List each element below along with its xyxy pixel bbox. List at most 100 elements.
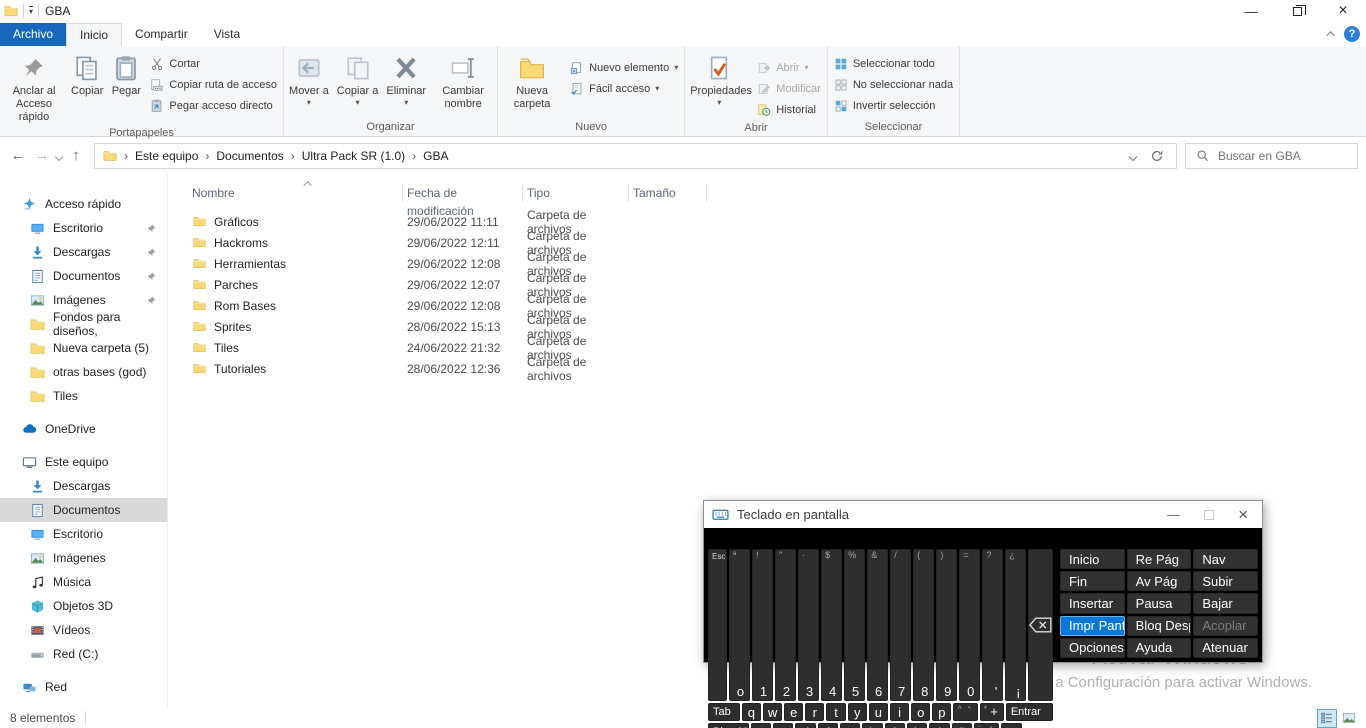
key-[interactable]: *+: [980, 703, 1004, 721]
key-2[interactable]: "2: [775, 549, 796, 701]
breadcrumb-item[interactable]: Documentos: [214, 149, 285, 163]
key-q[interactable]: q: [742, 703, 761, 721]
key-d[interactable]: d: [795, 723, 815, 728]
key-atenuar[interactable]: Atenuar: [1193, 638, 1258, 658]
forward-button[interactable]: →: [30, 147, 54, 164]
thumbnails-view-button[interactable]: [1340, 710, 1358, 727]
key-t[interactable]: t: [826, 703, 845, 721]
sidebar-item-vídeos[interactable]: Vídeos: [0, 618, 167, 642]
sidebar-item-objetos-3d[interactable]: Objetos 3D: [0, 594, 167, 618]
osk-minimize-button[interactable]: —: [1167, 507, 1180, 522]
refresh-icon[interactable]: [1150, 149, 1164, 163]
key-[interactable]: ¨´: [974, 723, 999, 728]
paste-button[interactable]: Pegar: [107, 49, 145, 125]
breadcrumb-item[interactable]: Ultra Pack SR (1.0): [300, 149, 407, 163]
sidebar-item-documentos[interactable]: Documentos: [0, 498, 167, 522]
key-[interactable]: ç: [1001, 723, 1021, 728]
edit-button[interactable]: Modificar: [752, 78, 826, 99]
osk-close-button[interactable]: ×: [1238, 505, 1248, 525]
column-header-name[interactable]: Nombre: [188, 184, 403, 202]
tab-inicio[interactable]: Inicio: [66, 23, 122, 46]
sidebar-item-escritorio[interactable]: Escritorio: [0, 522, 167, 546]
key-s[interactable]: s: [773, 723, 793, 728]
new-item-button[interactable]: Nuevo elemento▾: [565, 57, 683, 78]
key-u[interactable]: u: [869, 703, 888, 721]
search-input[interactable]: Buscar en GBA: [1185, 143, 1358, 169]
up-button[interactable]: ↑: [64, 147, 88, 164]
details-view-button[interactable]: [1318, 710, 1336, 727]
file-row-gráficos[interactable]: Gráficos29/06/2022 11:11Carpeta de archi…: [188, 211, 1366, 232]
copy-button[interactable]: Copiar: [67, 49, 107, 125]
key-esc[interactable]: Esc: [708, 549, 727, 701]
key-h[interactable]: h: [862, 723, 882, 728]
select-none-button[interactable]: No seleccionar nada: [829, 74, 958, 95]
key-av-pág[interactable]: Av Pág: [1127, 571, 1192, 591]
key-inicio[interactable]: Inicio: [1060, 549, 1125, 569]
easy-access-button[interactable]: Fácil acceso▾: [565, 78, 683, 99]
sidebar-item-descargas[interactable]: Descargas: [0, 474, 167, 498]
key-impr-pant[interactable]: Impr Pant: [1060, 616, 1125, 636]
cut-button[interactable]: Cortar: [145, 53, 282, 74]
key-pausa[interactable]: Pausa: [1127, 593, 1192, 613]
minimize-button[interactable]: —: [1228, 0, 1274, 22]
key-o[interactable]: o: [911, 703, 930, 721]
new-folder-button[interactable]: Nueva carpeta: [499, 49, 565, 119]
osk-maximize-button[interactable]: [1204, 510, 1214, 520]
key-ayuda[interactable]: Ayuda: [1127, 638, 1192, 658]
key-9[interactable]: )9: [936, 549, 957, 701]
close-button[interactable]: ×: [1320, 0, 1366, 22]
file-row-parches[interactable]: Parches29/06/2022 12:07Carpeta de archiv…: [188, 274, 1366, 295]
back-button[interactable]: ←: [6, 147, 30, 164]
key-4[interactable]: $4: [821, 549, 842, 701]
key-l[interactable]: l: [929, 723, 949, 728]
key-fin[interactable]: Fin: [1060, 571, 1125, 591]
key-insertar[interactable]: Insertar: [1060, 593, 1125, 613]
key-5[interactable]: %5: [844, 549, 865, 701]
sidebar-item-onedrive[interactable]: OneDrive: [0, 417, 167, 441]
sidebar-item-este-equipo[interactable]: Este equipo: [0, 450, 167, 474]
key-opciones[interactable]: Opciones: [1060, 638, 1125, 658]
file-row-hackroms[interactable]: Hackroms29/06/2022 12:11Carpeta de archi…: [188, 232, 1366, 253]
open-button[interactable]: Abrir▾: [752, 57, 826, 78]
key-bloq-despl[interactable]: Bloq Despl: [1127, 616, 1192, 636]
key-g[interactable]: g: [840, 723, 860, 728]
sidebar-item-nueva-carpeta-5[interactable]: Nueva carpeta (5): [0, 336, 167, 360]
collapse-ribbon-icon[interactable]: [1326, 31, 1334, 39]
key-8[interactable]: (8: [913, 549, 934, 701]
sidebar-item-descargas[interactable]: Descargas: [0, 240, 167, 264]
properties-button[interactable]: Propiedades▾: [686, 49, 752, 120]
select-all-button[interactable]: Seleccionar todo: [829, 53, 958, 74]
sidebar-item-red[interactable]: Red: [0, 675, 167, 699]
key-nav[interactable]: Nav: [1193, 549, 1258, 569]
key-entrar[interactable]: Entrar: [1006, 703, 1053, 721]
sidebar-item-imágenes[interactable]: Imágenes: [0, 288, 167, 312]
sidebar-item-tiles[interactable]: Tiles: [0, 384, 167, 408]
tab-compartir[interactable]: Compartir: [122, 23, 201, 46]
tab-archivo[interactable]: Archivo: [0, 23, 66, 46]
column-header-date[interactable]: Fecha de modificación: [403, 184, 523, 202]
file-row-rom-bases[interactable]: Rom Bases29/06/2022 12:08Carpeta de arch…: [188, 295, 1366, 316]
key-3[interactable]: ·3: [798, 549, 819, 701]
key-[interactable]: ?': [982, 549, 1003, 701]
address-dropdown-icon[interactable]: [1130, 149, 1136, 163]
breadcrumb-item[interactable]: GBA: [421, 149, 450, 163]
key-f[interactable]: f: [818, 723, 838, 728]
delete-button[interactable]: Eliminar▾: [382, 49, 430, 119]
key-a[interactable]: a: [751, 723, 771, 728]
paste-shortcut-button[interactable]: Pegar acceso directo: [145, 95, 282, 116]
help-icon[interactable]: ?: [1344, 26, 1360, 42]
sidebar-item-música[interactable]: Música: [0, 570, 167, 594]
key-o[interactable]: ªo: [729, 549, 750, 701]
key-p[interactable]: p: [932, 703, 951, 721]
sidebar-item-otras-bases-god[interactable]: otras bases (god): [0, 360, 167, 384]
key-i[interactable]: i: [890, 703, 909, 721]
pin-to-quick-access-button[interactable]: Anclar al Acceso rápido: [1, 49, 67, 125]
key-7[interactable]: /7: [890, 549, 911, 701]
breadcrumb-item[interactable]: Este equipo: [133, 149, 200, 163]
breadcrumb[interactable]: › Este equipo › Documentos › Ultra Pack …: [94, 143, 1177, 169]
invert-selection-button[interactable]: Invertir selección: [829, 95, 958, 116]
copy-path-button[interactable]: Copiar ruta de acceso: [145, 74, 282, 95]
tab-vista[interactable]: Vista: [201, 23, 253, 46]
key-bajar[interactable]: Bajar: [1193, 593, 1258, 613]
rename-button[interactable]: Cambiar nombre: [430, 49, 496, 119]
